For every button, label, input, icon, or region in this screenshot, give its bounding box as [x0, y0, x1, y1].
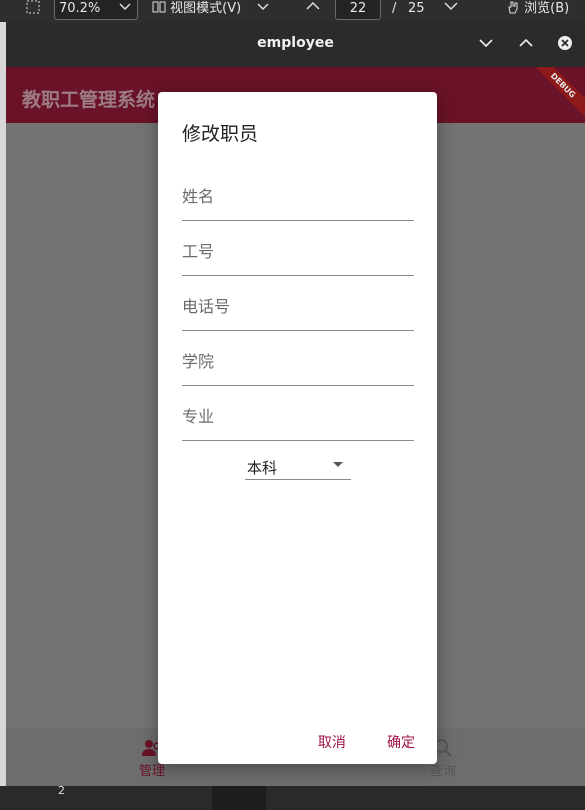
major-field: [182, 394, 414, 441]
maximize-button[interactable]: [516, 33, 536, 53]
debug-label: DEBUG: [530, 67, 585, 119]
phone-input[interactable]: [182, 284, 414, 328]
zoom-value: 70.2%: [59, 1, 101, 16]
total-pages: 25: [408, 1, 425, 16]
major-input[interactable]: [182, 394, 414, 438]
employee-id-field: [182, 229, 414, 276]
college-field: [182, 339, 414, 386]
phone-field: [182, 284, 414, 331]
page-preview: [212, 786, 266, 810]
debug-banner: DEBUG: [530, 67, 585, 122]
confirm-button[interactable]: 确定: [387, 732, 415, 752]
chevron-down-icon: [257, 1, 269, 16]
page-separator: /: [392, 1, 397, 16]
app-title: 教职工管理系统: [22, 89, 156, 111]
dialog-actions: 取消 确定: [282, 732, 415, 752]
employee-id-input[interactable]: [182, 229, 414, 273]
dropdown-arrow-icon: [333, 462, 343, 467]
viewer-bottom-bar: 2: [0, 784, 585, 810]
college-input[interactable]: [182, 339, 414, 383]
page-number-input[interactable]: 22: [335, 0, 381, 20]
hand-icon: [508, 1, 518, 14]
view-mode-label: 视图模式(V): [170, 1, 242, 16]
window-title: employee: [257, 35, 334, 51]
edit-employee-dialog: 修改职员 本科 取消 确定: [158, 92, 437, 764]
current-page: 22: [349, 1, 367, 16]
next-page-icon[interactable]: [443, 0, 461, 20]
degree-dropdown[interactable]: 本科: [245, 453, 351, 480]
columns-icon: [152, 1, 166, 13]
browse-label: 浏览(B): [524, 1, 570, 16]
fit-page-icon[interactable]: [26, 0, 42, 20]
dialog-title: 修改职员: [182, 123, 259, 145]
previous-page-icon[interactable]: [305, 0, 323, 20]
name-field: [182, 174, 414, 221]
degree-value: 本科: [247, 459, 278, 477]
cancel-button[interactable]: 取消: [318, 732, 346, 752]
browse-tool[interactable]: 浏览(B): [506, 0, 569, 20]
window-titlebar: employee: [6, 22, 585, 67]
close-button[interactable]: [555, 33, 575, 53]
nav-label-query: 查询: [429, 764, 456, 779]
minimize-button[interactable]: [476, 33, 496, 53]
viewer-toolbar: 70.2% 视图模式(V) 22 / 25 浏览(B): [0, 0, 585, 22]
name-input[interactable]: [182, 174, 414, 218]
chevron-down-icon: [119, 0, 131, 18]
view-mode-menu[interactable]: 视图模式(V): [152, 0, 269, 20]
zoom-select[interactable]: 70.2%: [54, 0, 138, 20]
nav-label-manage: 管理: [138, 764, 165, 779]
